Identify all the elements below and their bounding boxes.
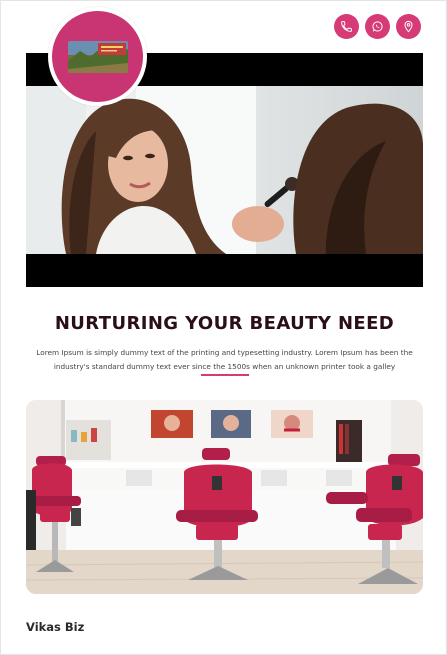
page-title: NURTURING YOUR BEAUTY NEED — [54, 313, 395, 334]
logo-container[interactable] — [48, 7, 147, 106]
location-button[interactable] — [396, 14, 421, 39]
page-description: Lorem Ipsum is simply dummy text of the … — [36, 348, 413, 371]
contact-actions — [334, 14, 421, 39]
footer-brand-name[interactable]: Vikas Biz — [26, 620, 84, 634]
page: NURTURING YOUR BEAUTY NEED Lorem Ipsum i… — [0, 0, 447, 655]
logo-circle — [52, 11, 143, 102]
phone-icon — [341, 21, 352, 32]
whatsapp-icon — [372, 21, 383, 32]
logo-image — [67, 40, 128, 73]
phone-button[interactable] — [334, 14, 359, 39]
location-pin-icon — [404, 20, 413, 33]
salon-interior-image — [26, 400, 423, 594]
title-underline — [201, 374, 249, 376]
hero-video-frame — [26, 86, 423, 254]
makeup-scene-image — [26, 86, 423, 254]
whatsapp-button[interactable] — [365, 14, 390, 39]
